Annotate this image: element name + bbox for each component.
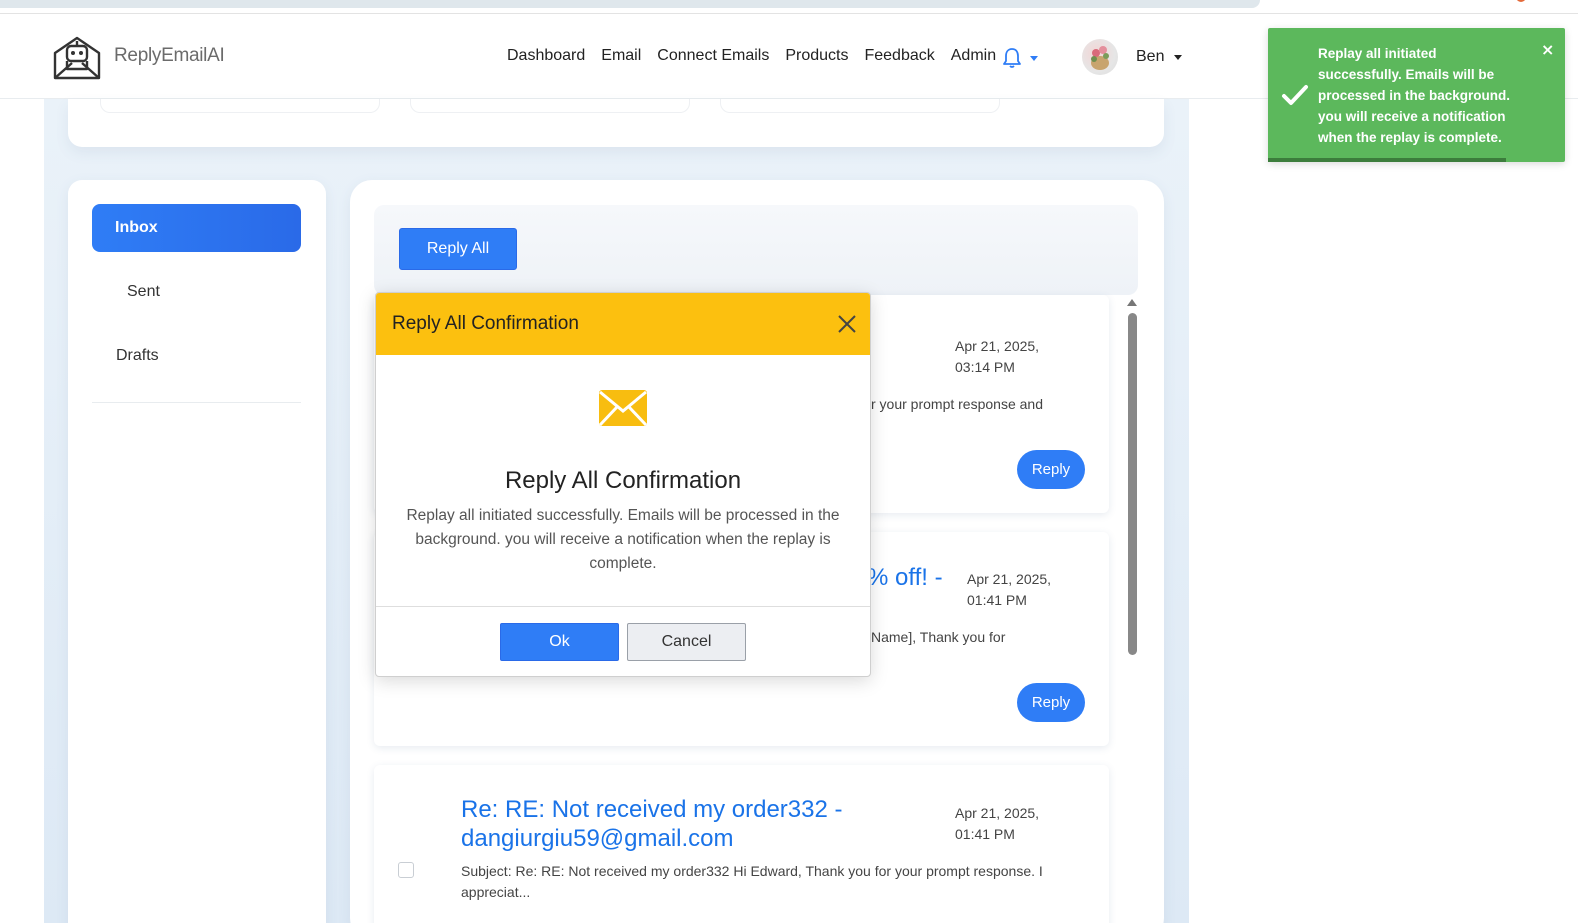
email-date: Apr 21, 2025, 03:14 PM xyxy=(955,336,1055,378)
checkmark-icon xyxy=(1282,85,1308,105)
sidebar-item-sent[interactable]: Sent xyxy=(127,283,160,301)
nav-connect-emails[interactable]: Connect Emails xyxy=(657,47,769,65)
nav-products[interactable]: Products xyxy=(785,47,848,65)
email-date-line: Apr 21, 2025, xyxy=(955,338,1040,354)
browser-indicator-dot xyxy=(1516,0,1526,2)
email-select-checkbox[interactable] xyxy=(398,862,414,878)
stat-pill xyxy=(100,99,380,113)
email-date: Apr 21, 2025, 01:41 PM xyxy=(967,569,1067,611)
email-subject[interactable]: Re: RE: Not received my order332 - dangi… xyxy=(461,795,881,853)
mail-sidebar: Inbox Sent Drafts xyxy=(68,180,326,923)
email-date-line: Apr 21, 2025, xyxy=(955,805,1040,821)
toast-message: Replay all initiated successfully. Email… xyxy=(1318,46,1511,145)
brand-name[interactable]: ReplyEmailAI xyxy=(114,45,225,67)
nav-dashboard[interactable]: Dashboard xyxy=(507,47,585,65)
email-snippet-line: Subject: Re: RE: Not received my order33… xyxy=(461,863,1043,879)
reply-button[interactable]: Reply xyxy=(1017,450,1085,489)
email-subject-line: dangiurgiu59@gmail.com xyxy=(461,825,734,852)
reply-button[interactable]: Reply xyxy=(1017,683,1085,722)
email-time-line: 01:41 PM xyxy=(967,592,1027,608)
email-snippet: Name], Thank you for xyxy=(871,629,1006,645)
envelope-icon xyxy=(598,390,648,427)
robot-envelope-logo-icon[interactable] xyxy=(52,33,102,81)
email-subject-line: Re: RE: Not received my order332 - xyxy=(461,796,843,823)
avatar[interactable] xyxy=(1082,39,1118,75)
modal-heading: Reply All Confirmation xyxy=(504,467,742,494)
email-snippet: r your prompt response and xyxy=(871,396,1043,412)
ok-button[interactable]: Ok xyxy=(500,623,619,661)
success-toast[interactable]: Replay all initiated successfully. Email… xyxy=(1268,28,1565,162)
notifications-caret-icon[interactable] xyxy=(1030,56,1038,61)
nav-links: Dashboard Email Connect Emails Products … xyxy=(507,47,1012,65)
sidebar-item-inbox[interactable]: Inbox xyxy=(92,204,301,252)
close-icon[interactable] xyxy=(836,313,858,335)
email-snippet-line: appreciat... xyxy=(461,884,531,900)
sidebar-item-drafts[interactable]: Drafts xyxy=(116,347,159,365)
email-card[interactable]: Re: RE: Not received my order332 - dangi… xyxy=(374,765,1109,923)
nav-feedback[interactable]: Feedback xyxy=(864,47,934,65)
sidebar-divider xyxy=(92,402,301,403)
toast-close-icon[interactable]: × xyxy=(1541,40,1554,59)
modal-footer-divider xyxy=(376,606,870,607)
email-time-line: 03:14 PM xyxy=(955,359,1015,375)
bell-icon[interactable] xyxy=(1002,47,1022,69)
browser-tab-bar xyxy=(0,0,1260,8)
reply-all-confirmation-modal: Reply All Confirmation Reply All Confirm… xyxy=(375,292,871,677)
email-snippet: Subject: Re: RE: Not received my order33… xyxy=(461,861,1061,903)
modal-header: Reply All Confirmation xyxy=(376,293,870,355)
scroll-up-arrow-icon[interactable] xyxy=(1127,299,1137,306)
nav-admin[interactable]: Admin xyxy=(951,47,996,65)
scrollbar-thumb[interactable] xyxy=(1128,313,1137,655)
modal-message: Replay all initiated successfully. Email… xyxy=(406,507,840,572)
stat-pill xyxy=(720,99,1000,113)
stats-card xyxy=(68,99,1164,147)
nav-email[interactable]: Email xyxy=(601,47,641,65)
stat-pill xyxy=(410,99,690,113)
email-date: Apr 21, 2025, 01:41 PM xyxy=(955,803,1055,845)
modal-title: Reply All Confirmation xyxy=(392,313,579,334)
cancel-button[interactable]: Cancel xyxy=(627,623,746,661)
user-name[interactable]: Ben xyxy=(1136,48,1164,66)
email-subject[interactable]: % off! - xyxy=(867,563,943,592)
reply-all-button[interactable]: Reply All xyxy=(399,228,517,270)
email-time-line: 01:41 PM xyxy=(955,826,1015,842)
toast-progress-bar xyxy=(1268,158,1506,162)
email-date-line: Apr 21, 2025, xyxy=(967,571,1052,587)
user-menu-caret-icon[interactable] xyxy=(1174,55,1182,60)
browser-top-strip xyxy=(0,0,1578,14)
